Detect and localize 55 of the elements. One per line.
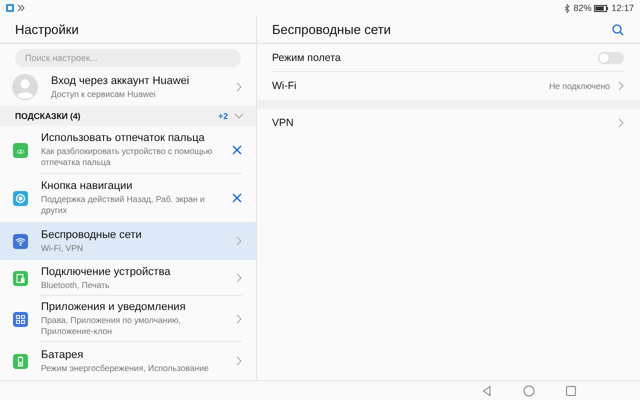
recents-icon[interactable] [565, 384, 577, 396]
account-subtitle: Доступ к сервисам Huawei [51, 88, 157, 100]
notification-icon [6, 4, 14, 12]
chevron-icon [236, 314, 242, 324]
item-title: Использовать отпечаток пальца [41, 132, 206, 144]
settings-item[interactable]: Батарея Режим энергосбережения, Использование [0, 342, 256, 380]
settings-item[interactable]: Использовать отпечаток пальца Как разблокировать устройство с помощью отпечатка пальца [0, 126, 256, 174]
battery-icon [594, 4, 608, 12]
chevron-icon [236, 236, 242, 246]
chevron-icon [618, 81, 624, 91]
item-title: Кнопка навигации [41, 180, 134, 192]
chevron-icon [236, 273, 242, 283]
settings-item[interactable]: Беспроводные сети Wi-Fi, VPN [0, 222, 256, 260]
home-icon[interactable] [523, 384, 535, 396]
chevron-icon [618, 118, 624, 128]
close-icon[interactable] [232, 193, 242, 203]
avatar-icon [12, 74, 38, 100]
item-subtitle: Bluetooth, Печать [41, 280, 110, 290]
search-field[interactable]: Поиск настроек... [15, 49, 241, 67]
clock: 12:17 [611, 3, 634, 13]
section-title: ПОДСКАЗКИ (4) [15, 111, 82, 121]
sidebar-title: Настройки [15, 22, 79, 37]
setting-row[interactable]: Режим полета [257, 44, 640, 72]
item-subtitle: Wi-Fi, VPN [41, 242, 84, 254]
suggestion-count: +2 [218, 111, 228, 121]
account-row[interactable]: Вход через аккаунт Huawei Доступ к сервисам Huawei [0, 68, 256, 106]
setting-value: Не подключено [549, 81, 610, 91]
item-title: Беспроводные сети [41, 228, 143, 240]
setting-label: Режим полета [272, 52, 342, 64]
item-subtitle: Как разблокировать устройство с помощью отпечатка пальца [41, 146, 214, 168]
setting-row[interactable]: VPN [257, 109, 640, 137]
close-icon[interactable] [232, 145, 242, 155]
search-icon[interactable] [612, 24, 624, 36]
toggle-switch[interactable] [598, 52, 624, 64]
settings-item[interactable]: Подключение устройства Bluetooth, Печать [0, 260, 256, 296]
account-title: Вход через аккаунт Huawei [51, 74, 190, 86]
item-title: Приложения и уведомления [41, 301, 187, 313]
chevron-icon [236, 82, 242, 92]
battery-percent: 82% [573, 3, 592, 13]
item-subtitle: Права, Приложения по умолчанию, Приложение-клон [41, 315, 182, 337]
settings-item[interactable]: Кнопка навигации Поддержка действий Назад, Раб. экран и других [0, 174, 256, 222]
setting-row[interactable]: Wi-Fi Не подключено [257, 72, 640, 100]
chevrons-icon [17, 5, 25, 11]
item-subtitle: Режим энергосбережения, Использование [41, 362, 210, 374]
settings-item[interactable]: Приложения и уведомления Права, Приложения по умолчанию, Приложение-клон [0, 296, 256, 342]
chevron-icon [236, 356, 242, 366]
expand-chevron-icon[interactable] [234, 113, 244, 119]
item-subtitle: Поддержка действий Назад, Раб. экран и других [41, 194, 206, 216]
item-title: Батарея [41, 348, 84, 360]
setting-label: Wi-Fi [272, 80, 298, 92]
item-title: Подключение устройства [41, 266, 172, 278]
bluetooth-icon [564, 4, 570, 12]
setting-label: VPN [272, 117, 295, 129]
back-icon[interactable] [481, 384, 493, 396]
page-title: Беспроводные сети [272, 22, 391, 37]
